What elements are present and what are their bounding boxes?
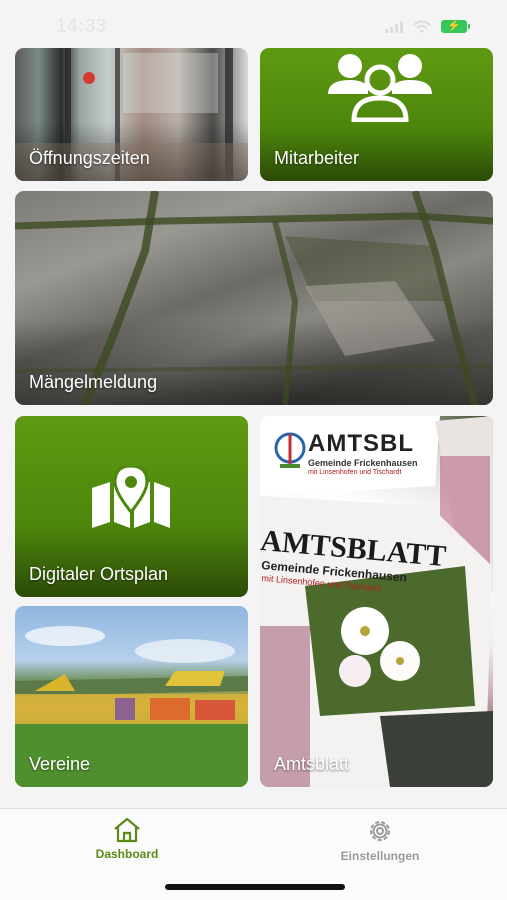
people-group-icon <box>328 54 432 122</box>
cover-title-top: AMTSBL <box>308 430 414 457</box>
tile-label: Öffnungszeiten <box>29 148 150 168</box>
map-pin-icon <box>92 466 170 528</box>
tile-maengelmeldung[interactable]: Mängelmeldung <box>15 191 493 405</box>
battery-charging-icon: ⚡ <box>441 20 470 33</box>
tile-label: Digitaler Ortsplan <box>29 564 169 584</box>
status-bar: 14:33 ⚡ <box>0 0 507 50</box>
gear-icon <box>370 821 390 841</box>
tile-label: Mängelmeldung <box>29 372 158 392</box>
tile-oeffnungszeiten[interactable]: Öffnungszeiten <box>15 48 248 181</box>
tile-label: Vereine <box>29 754 91 774</box>
tile-digitaler-ortsplan[interactable]: Digitaler Ortsplan <box>15 416 248 597</box>
tab-einstellungen[interactable]: Einstellungen <box>300 817 460 863</box>
tile-amtsblatt[interactable]: AMTSBL Gemeinde Frickenhausen mit Linsen… <box>260 416 493 787</box>
tab-label: Einstellungen <box>340 849 420 863</box>
cover-subtitle-top: Gemeinde Frickenhausen <box>308 458 418 468</box>
tile-vereine[interactable]: Vereine <box>15 606 248 787</box>
wifi-icon <box>413 20 431 33</box>
home-icon <box>114 817 140 843</box>
tile-mitarbeiter[interactable]: Mitarbeiter <box>260 48 493 181</box>
tab-label: Dashboard <box>95 847 159 861</box>
tab-dashboard[interactable]: Dashboard <box>47 817 207 861</box>
status-time: 14:33 <box>56 16 108 37</box>
tile-label: Mitarbeiter <box>274 148 360 168</box>
status-icons: ⚡ <box>385 20 470 33</box>
home-indicator <box>165 884 345 890</box>
cellular-signal-icon <box>385 20 403 33</box>
dashboard-screen: Öffnungszeiten Mitarbeiter Mängelmeldung <box>0 0 507 900</box>
cover-subtitle-top-2: mit Linsenhofen und Tischardt <box>308 469 402 476</box>
tile-label: Amtsblatt <box>274 754 350 774</box>
